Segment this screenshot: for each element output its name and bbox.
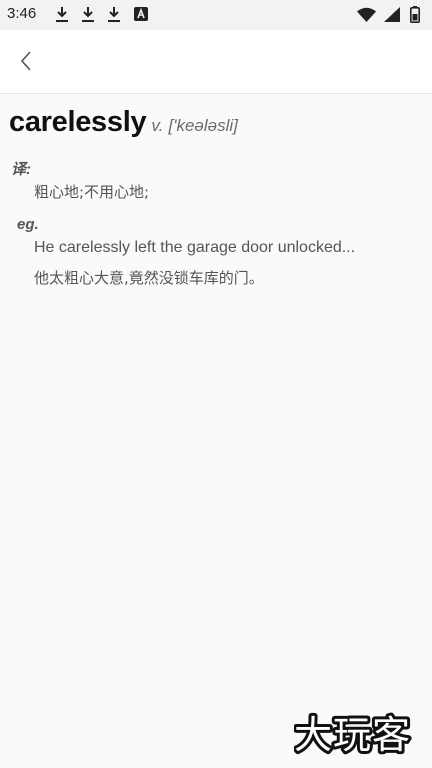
translation-text: 粗心地;不用心地; — [34, 183, 150, 201]
app-bar — [0, 30, 432, 94]
example-sentence-zh: 他太粗心大意,竟然没锁车库的门。 — [34, 269, 264, 287]
word-heading-row: carelessly v. ['keələsli] — [9, 106, 238, 139]
watermark-logo: 大玩客 — [291, 710, 424, 760]
watermark-logo-graphic: 大玩客 — [291, 710, 413, 760]
battery-icon — [410, 6, 420, 23]
download-icon — [82, 7, 94, 22]
status-bar: 3:46 — [0, 0, 432, 30]
example-sentence-en: He carelessly left the garage door unloc… — [34, 239, 356, 256]
font-a-icon — [134, 7, 148, 21]
headword: carelessly — [9, 106, 147, 138]
chevron-left-icon — [20, 51, 31, 71]
signal-icon — [384, 7, 400, 22]
watermark-text: 大玩客 — [294, 713, 411, 756]
example-label: eg. — [17, 216, 39, 233]
phonetic: ['keələsli] — [168, 116, 238, 135]
download-icon — [108, 7, 120, 22]
translation-label: 译: — [11, 161, 31, 178]
part-of-speech: v. — [151, 116, 164, 135]
back-button[interactable] — [14, 46, 40, 76]
wifi-icon — [357, 7, 376, 22]
download-icon — [56, 7, 68, 22]
status-time: 3:46 — [7, 5, 37, 22]
